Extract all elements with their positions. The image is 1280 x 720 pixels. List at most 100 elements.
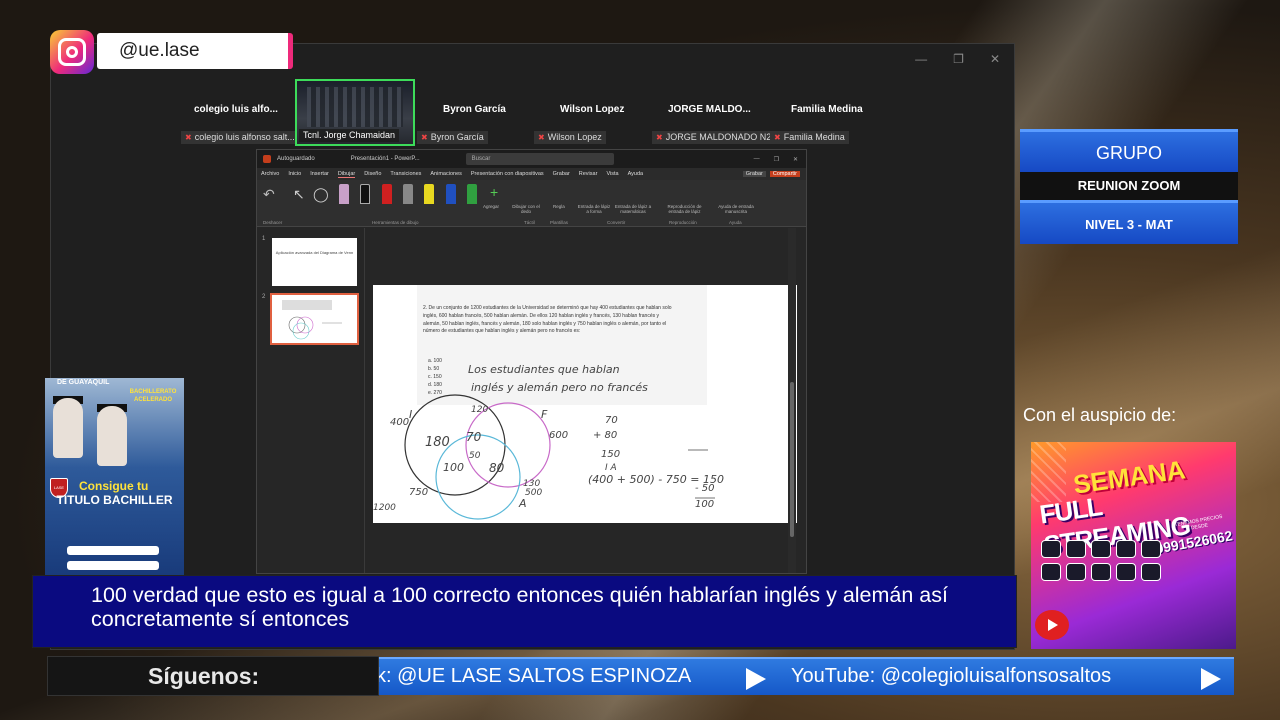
participant-tag: Tcnl. Jorge Chamaidan — [299, 129, 400, 142]
file-name: Presentación1 - PowerP... — [350, 156, 420, 162]
streaming-app-icon — [1141, 563, 1161, 581]
lasso-icon[interactable]: ◯ — [313, 186, 329, 203]
green-pen-icon[interactable] — [467, 184, 477, 204]
eraser-icon[interactable] — [339, 184, 349, 204]
ad-button — [67, 546, 159, 555]
group-info-panel: GRUPO REUNION ZOOM NIVEL 3 - MAT — [1020, 129, 1238, 246]
slide-scrollbar[interactable] — [788, 228, 796, 573]
ribbon-label[interactable]: Regla — [553, 204, 565, 209]
participant-tag[interactable]: ✖ Familia Medina — [770, 131, 849, 144]
follow-label-box: Síguenos: — [47, 656, 379, 696]
meeting-type: REUNION ZOOM — [1020, 172, 1238, 200]
graduate-figure — [97, 406, 127, 466]
menu-item[interactable]: Dibujar — [337, 171, 356, 178]
slide-editor[interactable]: 2. De un conjunto de 1200 estudiantes de… — [367, 228, 797, 573]
undo-icon[interactable]: ↶ — [263, 186, 275, 203]
participant-tag[interactable]: ✖ Byron García — [417, 131, 488, 144]
ribbon-group-label: Plantillas — [550, 220, 569, 225]
social-ticker: k: @UE LASE SALTOS ESPINOZA YouTube: @co… — [379, 657, 1234, 695]
close-icon[interactable]: ✕ — [990, 52, 1000, 66]
ad-badge: BACHILLERATO ACELERADO — [129, 389, 177, 403]
menu-item[interactable]: Ayuda — [628, 171, 644, 177]
menu-item[interactable]: Vista — [606, 171, 618, 177]
instagram-icon — [50, 30, 94, 74]
window-controls: — ❐ ✕ — [915, 52, 1000, 66]
participant-name[interactable]: JORGE MALDO... — [668, 104, 751, 115]
minimize-icon[interactable]: — — [915, 52, 927, 66]
slide-thumbnails: 1 Aplicación avanzada del Diagrama de Ve… — [257, 228, 365, 573]
sponsor-ad: SEMANA FULL STREAMING TENEMOS PRECIOS DE… — [1031, 442, 1236, 649]
menu-item[interactable]: Transiciones — [390, 171, 421, 177]
close-icon[interactable]: ✕ — [793, 156, 798, 163]
youtube-icon — [1035, 610, 1069, 640]
search-input[interactable]: Buscar — [465, 153, 614, 165]
menu-item[interactable]: Presentación con diapositivas — [471, 171, 544, 177]
add-pen-icon[interactable]: + — [490, 184, 498, 200]
ad-headline: Consigue tu — [79, 479, 149, 493]
record-button[interactable]: Grabar — [742, 171, 766, 177]
muted-mic-icon: ✖ — [774, 133, 781, 142]
share-button[interactable]: Compartir — [769, 171, 800, 177]
blue-pen-icon[interactable] — [446, 184, 456, 204]
restore-icon[interactable]: ❐ — [953, 52, 964, 66]
participant-name[interactable]: Wilson Lopez — [560, 104, 624, 115]
streaming-app-icon — [1116, 563, 1136, 581]
black-pen-icon[interactable] — [360, 184, 370, 204]
menu-item[interactable]: Diseño — [364, 171, 381, 177]
muted-mic-icon: ✖ — [656, 133, 663, 142]
streaming-app-icon — [1091, 563, 1111, 581]
play-arrow-icon — [1201, 668, 1221, 690]
group-label: GRUPO — [1020, 129, 1238, 172]
participant-name[interactable]: Familia Medina — [791, 104, 863, 115]
ad-fine-print — [59, 521, 171, 526]
participant-tag[interactable]: ✖ JORGE MALDONADO N2 — [652, 131, 776, 144]
caption-text: 100 verdad que esto es igual a 100 corre… — [91, 583, 948, 631]
muted-mic-icon: ✖ — [421, 133, 428, 142]
select-pointer-icon[interactable]: ↖ — [293, 186, 305, 203]
participant-name[interactable]: colegio luis alfo... — [194, 104, 278, 115]
ribbon-group-label: Convertir — [607, 220, 626, 225]
menu-item[interactable]: Archivo — [261, 171, 279, 177]
ribbon-group-label: Herramientas de dibujo — [372, 220, 419, 225]
ppt-menu-bar: Archivo Inicio Insertar Dibujar Diseño T… — [257, 168, 806, 180]
ribbon-label[interactable]: Ayuda de entrada manuscrita — [715, 204, 757, 214]
yellow-highlighter-icon[interactable] — [424, 184, 434, 204]
minimize-icon[interactable]: — — [754, 156, 760, 163]
restore-icon[interactable]: ❐ — [774, 156, 779, 163]
draw-ribbon: ↶ ↖ ◯ + Agregar Dibujar con el dedo Regl… — [257, 180, 806, 227]
thumbnail-preview — [282, 300, 342, 340]
ribbon-group-label: Ayuda — [729, 220, 742, 225]
ppt-body: 1 Aplicación avanzada del Diagrama de Ve… — [257, 228, 806, 573]
bachiller-ad: DE GUAYAQUIL BACHILLERATO ACELERADO LASE… — [45, 378, 184, 578]
gray-pen-icon[interactable] — [403, 184, 413, 204]
menu-item[interactable]: Revisar — [579, 171, 598, 177]
ribbon-label[interactable]: Entrada de lápiz a matemáticas — [612, 204, 654, 214]
streaming-app-icon — [1066, 563, 1086, 581]
streaming-app-icon — [1141, 540, 1161, 558]
ticker-item: k: @UE LASE SALTOS ESPINOZA — [379, 665, 692, 687]
ribbon-label[interactable]: Reproducción de entrada de lápiz — [662, 204, 707, 214]
menu-item[interactable]: Insertar — [310, 171, 329, 177]
ribbon-group-label: Deshacer — [263, 220, 283, 225]
powerpoint-window: Autoguardado Presentación1 - PowerP... B… — [256, 149, 807, 574]
current-slide[interactable]: 2. De un conjunto de 1200 estudiantes de… — [373, 285, 797, 523]
active-speaker-video[interactable]: Tcnl. Jorge Chamaidan — [295, 79, 415, 146]
slide-thumbnail[interactable] — [270, 293, 359, 345]
menu-item[interactable]: Grabar — [553, 171, 570, 177]
play-arrow-icon — [746, 668, 766, 690]
streaming-app-icon — [1041, 563, 1061, 581]
ribbon-group-label: Reproducción — [669, 220, 697, 225]
ppt-window-controls: — ❐ ✕ — [754, 156, 798, 163]
red-pen-icon[interactable] — [382, 184, 392, 204]
slide-thumbnail[interactable]: Aplicación avanzada del Diagrama de Venn — [272, 238, 357, 286]
ribbon-label[interactable]: Dibujar con el dedo — [511, 204, 541, 214]
participant-tag[interactable]: ✖ colegio luis alfonso salt... — [181, 131, 299, 144]
ribbon-label[interactable]: Entrada de lápiz a forma — [577, 204, 611, 214]
menu-item[interactable]: Inicio — [288, 171, 301, 177]
muted-mic-icon: ✖ — [185, 133, 192, 142]
participant-name[interactable]: Byron García — [443, 104, 506, 115]
ppt-titlebar: Autoguardado Presentación1 - PowerP... B… — [257, 150, 806, 168]
autosave-label[interactable]: Autoguardado — [277, 156, 315, 162]
participant-tag[interactable]: ✖ Wilson Lopez — [534, 131, 606, 144]
menu-item[interactable]: Animaciones — [430, 171, 462, 177]
